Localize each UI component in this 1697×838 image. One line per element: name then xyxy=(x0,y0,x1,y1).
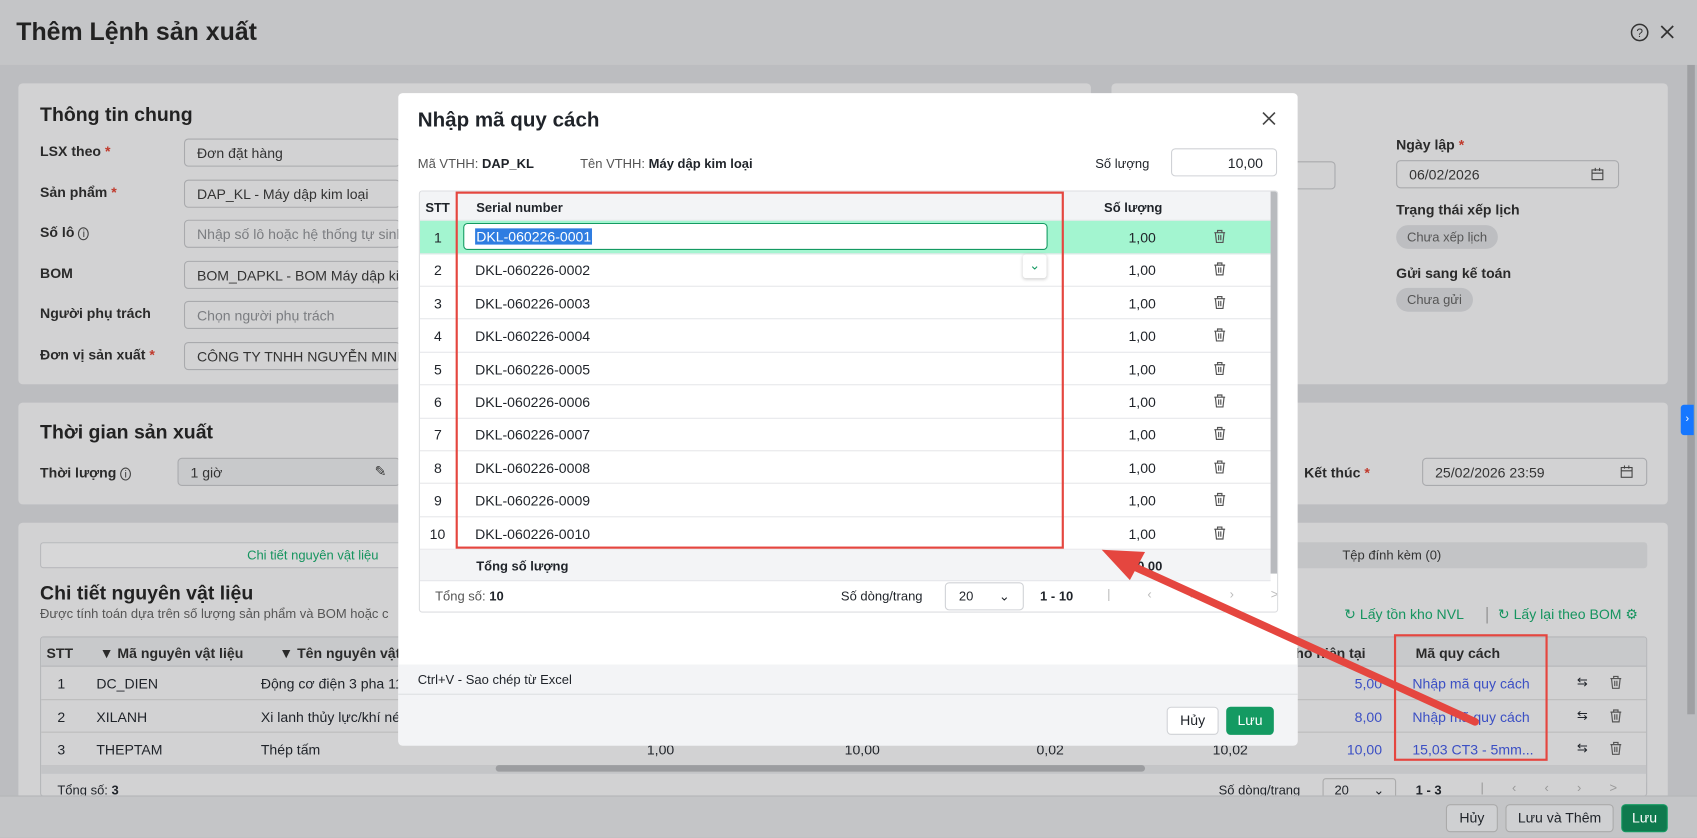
annotation-arrow-icon xyxy=(1101,549,1479,726)
